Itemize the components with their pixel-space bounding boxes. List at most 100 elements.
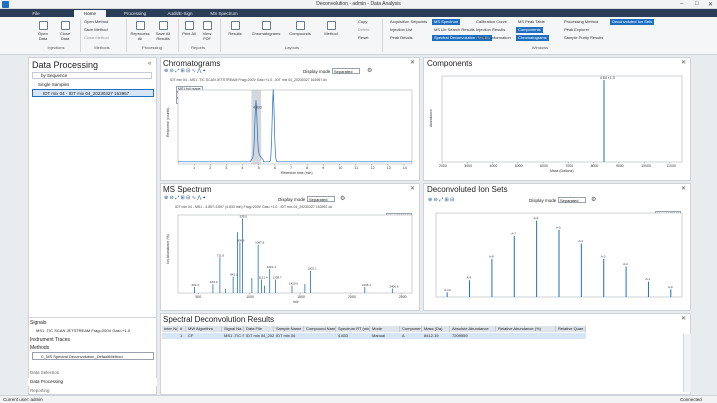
- copy-layout-button[interactable]: Copy: [358, 19, 367, 24]
- window-toggle-deconvoluted-ion-sets[interactable]: Deconvoluted Ion Sets: [610, 19, 655, 25]
- window-toggle-ms-spectrum[interactable]: MS Spectrum: [432, 19, 461, 25]
- window-toggle-peak-explorer[interactable]: Peak Explorer: [562, 27, 591, 33]
- sdr-column-13[interactable]: Relative Quan: [556, 326, 586, 332]
- tab-audit-esign[interactable]: Audit/E-Sign: [160, 10, 200, 17]
- ms-spectrum-plot[interactable]: 461.3 643.2 711.6 842.0 908.6 935.0 1087.8 1121…: [164, 211, 416, 307]
- save-all-results-button[interactable]: Save All Results: [152, 21, 174, 41]
- sdr-column-12[interactable]: Relative Abundance (%): [496, 326, 556, 332]
- deconvoluted-ion-sets-close-icon[interactable]: ✕: [681, 185, 686, 192]
- sdr-cell-5[interactable]: IDT mix 04: [274, 333, 304, 339]
- sdr-column-0[interactable]: Inter No: [162, 326, 178, 332]
- sdr-column-7[interactable]: Spectrum RT (min): [336, 326, 370, 332]
- sdr-cell-0[interactable]: [162, 333, 178, 339]
- sdr-cell-13[interactable]: [556, 333, 586, 339]
- chromatograms-toolbar-icons[interactable]: ⊕ ⊖ ⤢ ⊞ ⊟ ∿ ⋀ ⌖: [164, 68, 206, 74]
- reprocess-all-button[interactable]: Reprocess All: [130, 21, 150, 41]
- window-toggle-sample-purity-results[interactable]: Sample Purity Results: [562, 35, 605, 41]
- window-toggle-chromatograms[interactable]: Chromatograms: [516, 35, 549, 41]
- close-method-button[interactable]: Close Method: [84, 35, 109, 40]
- minimize-button[interactable]: –: [680, 1, 683, 7]
- chromatogram-x-tick-label-0: 1: [193, 166, 195, 170]
- deconvoluted-display-mode-select[interactable]: Separated: [558, 197, 586, 203]
- tab-home[interactable]: Home: [74, 10, 106, 17]
- nav-data-processing[interactable]: Data Processing: [28, 378, 157, 386]
- sdr-cell-10[interactable]: 8412.19: [422, 333, 450, 339]
- sdr-cell-12[interactable]: [496, 333, 556, 339]
- sdr-cell-6[interactable]: [304, 333, 336, 339]
- sdr-cell-11[interactable]: 7209559: [450, 333, 496, 339]
- signals-header[interactable]: Signals: [30, 320, 46, 326]
- maximize-button[interactable]: □: [695, 1, 699, 7]
- sdr-column-6[interactable]: Compound Name: [304, 326, 336, 332]
- signal-item[interactable]: MS1 -TIC SCAN JETSTREAM Frag=200V Gas=+1…: [36, 328, 130, 333]
- delete-layout-button[interactable]: Delete: [358, 27, 370, 32]
- window-toggle-injection-list[interactable]: Injection List: [388, 27, 414, 33]
- window-toggle-ms-peak-table[interactable]: MS Peak Table: [516, 19, 547, 25]
- chromatogram-plot[interactable]: 4.8331 2 3 4 5 6 7 8 9 10 11 12 13 14Retention time (…: [164, 84, 416, 178]
- tab-ms-spectrum[interactable]: MS Spectrum: [206, 10, 242, 17]
- ms-spectrum-settings-icon[interactable]: ⚙: [340, 195, 345, 202]
- layout-results-button[interactable]: Results: [225, 21, 245, 37]
- view-pdf-button[interactable]: View PDF: [199, 21, 215, 41]
- deconvoluted-ion-sets-plot[interactable]: A-10 A-9 A-8 A-7 A-6 A-5 A-4 A-3 A-2 A-1 A-0: [426, 209, 688, 307]
- nav-reporting[interactable]: Reporting: [30, 388, 50, 393]
- window-toggle-acquisition-setpoints[interactable]: Acquisition Setpoints: [388, 19, 429, 25]
- nav-data-selection[interactable]: Data Selection: [30, 370, 59, 375]
- ms-spectrum-display-mode-select[interactable]: Separated: [307, 196, 335, 202]
- close-window-button[interactable]: ✕: [708, 1, 713, 8]
- tab-processing[interactable]: Processing: [118, 10, 152, 17]
- sdr-column-2[interactable]: MW Algorithm: [186, 326, 222, 332]
- sdr-cell-7[interactable]: 4.833: [336, 333, 370, 339]
- tree-item-injection[interactable]: IDT mix 04 - IDT mix 04_20230327 163957: [32, 89, 154, 97]
- methods-header[interactable]: Methods: [30, 345, 49, 351]
- chromatograms-display-mode-select[interactable]: Separated: [332, 68, 360, 74]
- sdr-column-1[interactable]: #: [178, 326, 186, 332]
- open-method-button[interactable]: Open Method: [84, 19, 108, 24]
- layout-chromatograms-button[interactable]: Chromatograms: [249, 21, 283, 37]
- sdr-column-11[interactable]: Absolute Abundance: [450, 326, 496, 332]
- open-data-button[interactable]: Open Data: [34, 21, 52, 41]
- deconvoluted-toolbar-icons[interactable]: ⊕ ⊖ ⤢ ⊞ ⊟: [428, 197, 454, 203]
- ms-spectrum-close-icon[interactable]: ✕: [410, 185, 415, 192]
- window-toggle-calibration-curve[interactable]: Calibration Curve: [474, 19, 509, 25]
- layout-compounds-button[interactable]: Compounds: [285, 21, 315, 37]
- print-all-button[interactable]: Print All: [181, 21, 197, 37]
- ms-spectrum-peak-label-4: 842.0: [230, 273, 238, 277]
- sdr-cell-4[interactable]: IDT mix 04_2023...: [244, 333, 274, 339]
- sdr-column-10[interactable]: Mass (Da): [422, 326, 450, 332]
- save-method-button[interactable]: Save Method: [84, 27, 108, 32]
- ms-spectrum-toolbar-icons[interactable]: ⊕ ⊖ ⤢ ⊞ ⊟ ∿ ⋀ ⌖: [164, 195, 206, 201]
- deconvoluted-settings-icon[interactable]: ⚙: [591, 196, 596, 203]
- window-toggle-processing-method[interactable]: Processing Method: [562, 19, 600, 25]
- sdr-cell-3[interactable]: MS1 -TIC SCAN J...: [222, 333, 244, 339]
- sdr-cell-8[interactable]: Manual: [370, 333, 400, 339]
- components-plot[interactable]: 4.84 r 1.0 2000 3000 4000 5000 6000 7000 8000 90…: [426, 70, 688, 178]
- sdr-column-4[interactable]: Data File: [244, 326, 274, 332]
- sdr-column-chooser[interactable]: [683, 334, 691, 392]
- method-item[interactable]: C_MS Spectral Deconvolution_DefaultMetho…: [32, 352, 154, 360]
- tree-root-single-samples[interactable]: Single Samples: [38, 82, 69, 87]
- sort-dropdown[interactable]: by Sequence: [32, 72, 152, 79]
- sdr-cell-9[interactable]: A: [400, 333, 422, 339]
- reset-layout-button[interactable]: Reset: [358, 35, 368, 40]
- chromatograms-settings-icon[interactable]: ⚙: [367, 67, 372, 74]
- window-toggle-peak-details[interactable]: Peak Details: [388, 35, 414, 41]
- window-toggle-injection-results[interactable]: Injection Results: [474, 27, 507, 33]
- sdr-cell-2[interactable]: CF: [186, 333, 222, 339]
- window-toggle-sample-information[interactable]: Sample Information: [474, 35, 513, 41]
- sdr-column-3[interactable]: Signal Na...: [222, 326, 244, 332]
- sdr-column-9[interactable]: Component: [400, 326, 422, 332]
- sdr-column-8[interactable]: Mode: [370, 326, 400, 332]
- left-panel-collapse-icon[interactable]: «: [148, 61, 151, 67]
- chromatograms-close-icon[interactable]: ✕: [410, 59, 415, 66]
- close-data-button[interactable]: Close Data: [56, 21, 74, 41]
- components-close-icon[interactable]: ✕: [681, 59, 686, 66]
- window-toggle-ms-lib-search-results[interactable]: MS Lib Search Results: [432, 27, 477, 33]
- window-toggle-components[interactable]: Components: [516, 27, 543, 33]
- sdr-close-icon[interactable]: ✕: [681, 315, 686, 322]
- sdr-column-5[interactable]: Sample Name: [274, 326, 304, 332]
- sdr-cell-1[interactable]: 1: [178, 333, 186, 339]
- instrument-traces-header[interactable]: Instrument Traces: [30, 337, 70, 343]
- tab-file[interactable]: File: [20, 10, 52, 17]
- layout-method-button[interactable]: Method: [320, 21, 342, 37]
